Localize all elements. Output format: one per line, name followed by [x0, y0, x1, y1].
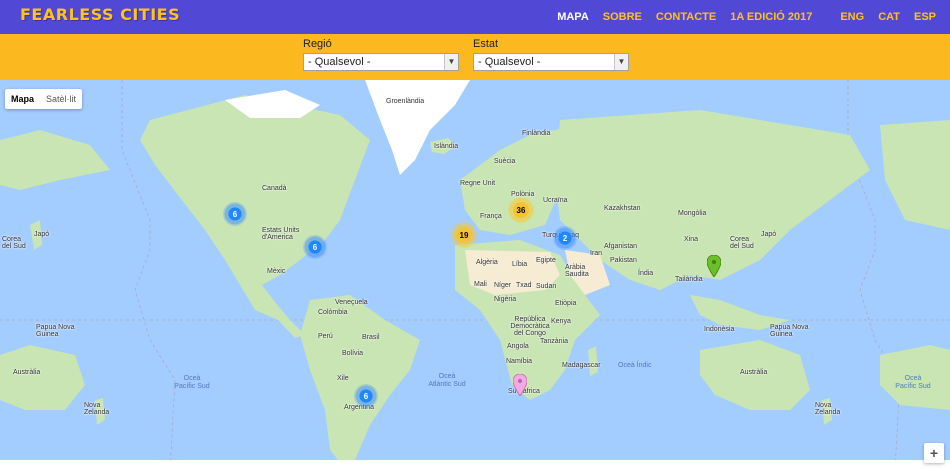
label-india: Índia	[638, 270, 654, 277]
label-regne-unit: Regne Unit	[460, 180, 496, 187]
label-iran: Iran	[590, 250, 603, 257]
label-etiopia: Etiòpia	[555, 300, 577, 307]
label-madagascar: Madagascar	[562, 362, 601, 369]
label-nz-left: Nova Zelanda	[84, 402, 110, 416]
site-logo[interactable]: FEARLESS CITIES	[20, 5, 180, 24]
lang-esp[interactable]: ESP	[914, 11, 936, 23]
label-xina: Xina	[684, 236, 699, 243]
lang-eng[interactable]: ENG	[840, 11, 864, 23]
label-brasil: Brasil	[362, 334, 380, 341]
map-land-layer	[0, 80, 950, 469]
label-bolivia: Bolívia	[342, 350, 364, 357]
label-xile: Xile	[337, 375, 349, 382]
cluster-marker[interactable]: 19	[451, 222, 477, 248]
label-mexic: Mèxic	[267, 268, 286, 275]
map-type-control: Mapa Satèl·lit	[5, 89, 83, 109]
label-ocea-pacific-sud-1: Oceà Pacífic Sud	[174, 375, 210, 390]
state-select[interactable]: - Qualsevol - ▼	[473, 53, 629, 71]
region-select[interactable]: - Qualsevol - ▼	[303, 53, 459, 71]
label-mongolia: Mongòlia	[678, 210, 707, 217]
region-label: Regió	[303, 38, 332, 50]
cluster-marker[interactable]: 6	[303, 235, 327, 259]
map-type-map-button[interactable]: Mapa	[5, 89, 40, 109]
label-afganistan: Afganistan	[604, 243, 638, 250]
label-sudan: Sudan	[536, 283, 557, 290]
label-tanzania: Tanzània	[540, 338, 569, 345]
label-venecuela: Veneçuela	[335, 299, 368, 306]
label-txad: Txad	[516, 282, 532, 289]
label-angola: Angola	[507, 343, 529, 350]
label-canada: Canadà	[262, 185, 287, 192]
label-colombia: Colòmbia	[318, 309, 348, 316]
chevron-down-icon: ▼	[444, 54, 458, 70]
label-japo-left: Japó	[34, 231, 50, 238]
label-franca: França	[480, 213, 502, 220]
label-egipte: Egipte	[536, 257, 556, 264]
green-pin-icon[interactable]	[707, 255, 721, 277]
filter-bar: Regió - Qualsevol - ▼ Estat - Qualsevol …	[0, 34, 950, 80]
lang-cat[interactable]: CAT	[878, 11, 900, 23]
label-pakistan: Pakistan	[610, 257, 637, 264]
label-algeria: Algèria	[476, 259, 498, 266]
label-islandia: Islàndia	[434, 143, 459, 150]
world-map[interactable]: Mapa Satèl·lit Groenlàndia Islàndia Finl…	[0, 80, 950, 469]
nav-sobre[interactable]: SOBRE	[603, 11, 642, 23]
state-select-value: - Qualsevol -	[478, 56, 541, 68]
label-ocea-pacific-sud-2: Oceà Pacífic Sud	[895, 375, 931, 390]
label-ocea-atlantic-sud: Oceà Atlàntic Sud	[428, 373, 466, 388]
label-indonesia: Indonèsia	[704, 326, 735, 333]
label-libia: Líbia	[512, 261, 528, 268]
label-png-right: Papua Nova Guinea	[770, 324, 809, 338]
label-australia-right: Austràlia	[740, 369, 768, 376]
label-mali: Mali	[474, 281, 487, 288]
label-png-left: Papua Nova Guinea	[36, 324, 75, 338]
label-nigeria: Nigèria	[494, 296, 517, 303]
nav-mapa[interactable]: MAPA	[557, 11, 589, 23]
nav-links: MAPA SOBRE CONTACTE 1A EDICIÓ 2017 ENG C…	[557, 0, 950, 34]
nav-edicio-2017[interactable]: 1A EDICIÓ 2017	[730, 11, 812, 23]
label-ocea-indic: Oceà Índic	[618, 362, 652, 369]
state-label: Estat	[473, 38, 499, 50]
label-suecia: Suècia	[494, 158, 516, 165]
label-corea-right: Corea del Sud	[730, 236, 754, 250]
top-navbar: FEARLESS CITIES MAPA SOBRE CONTACTE 1A E…	[0, 0, 950, 34]
label-peru: Perú	[318, 333, 333, 340]
cluster-marker[interactable]: 6	[354, 384, 378, 408]
label-namibia: Namíbia	[506, 358, 533, 365]
label-groenlandia: Groenlàndia	[386, 98, 425, 105]
label-arabia: Aràbia Saudita	[565, 264, 589, 278]
cluster-marker[interactable]: 6	[223, 202, 247, 226]
label-corea-left: Corea del Sud	[2, 236, 26, 250]
label-rdc: República Democràtica del Congo	[510, 316, 550, 337]
label-ucraina: Ucraïna	[543, 197, 568, 204]
state-filter: Estat - Qualsevol - ▼	[473, 38, 629, 71]
label-finlandia: Finlàndia	[522, 130, 551, 137]
label-niger: Níger	[494, 282, 512, 289]
label-japo-right: Japó	[761, 231, 777, 238]
pink-pin-icon[interactable]	[513, 374, 527, 396]
chevron-down-icon: ▼	[614, 54, 628, 70]
map-type-satellite-button[interactable]: Satèl·lit	[40, 89, 82, 109]
zoom-in-button[interactable]: +	[924, 443, 944, 463]
label-kazakhstan: Kazakhstan	[604, 205, 641, 212]
label-kenya: Kenya	[551, 318, 571, 325]
label-tailandia: Tailàndia	[675, 276, 703, 283]
cluster-marker[interactable]: 2	[553, 226, 577, 250]
label-nz-right: Nova Zelanda	[815, 402, 841, 416]
cluster-marker[interactable]: 36	[508, 197, 534, 223]
region-filter: Regió - Qualsevol - ▼	[303, 38, 459, 71]
nav-contacte[interactable]: CONTACTE	[656, 11, 716, 23]
label-australia-left: Austràlia	[13, 369, 41, 376]
region-select-value: - Qualsevol -	[308, 56, 371, 68]
